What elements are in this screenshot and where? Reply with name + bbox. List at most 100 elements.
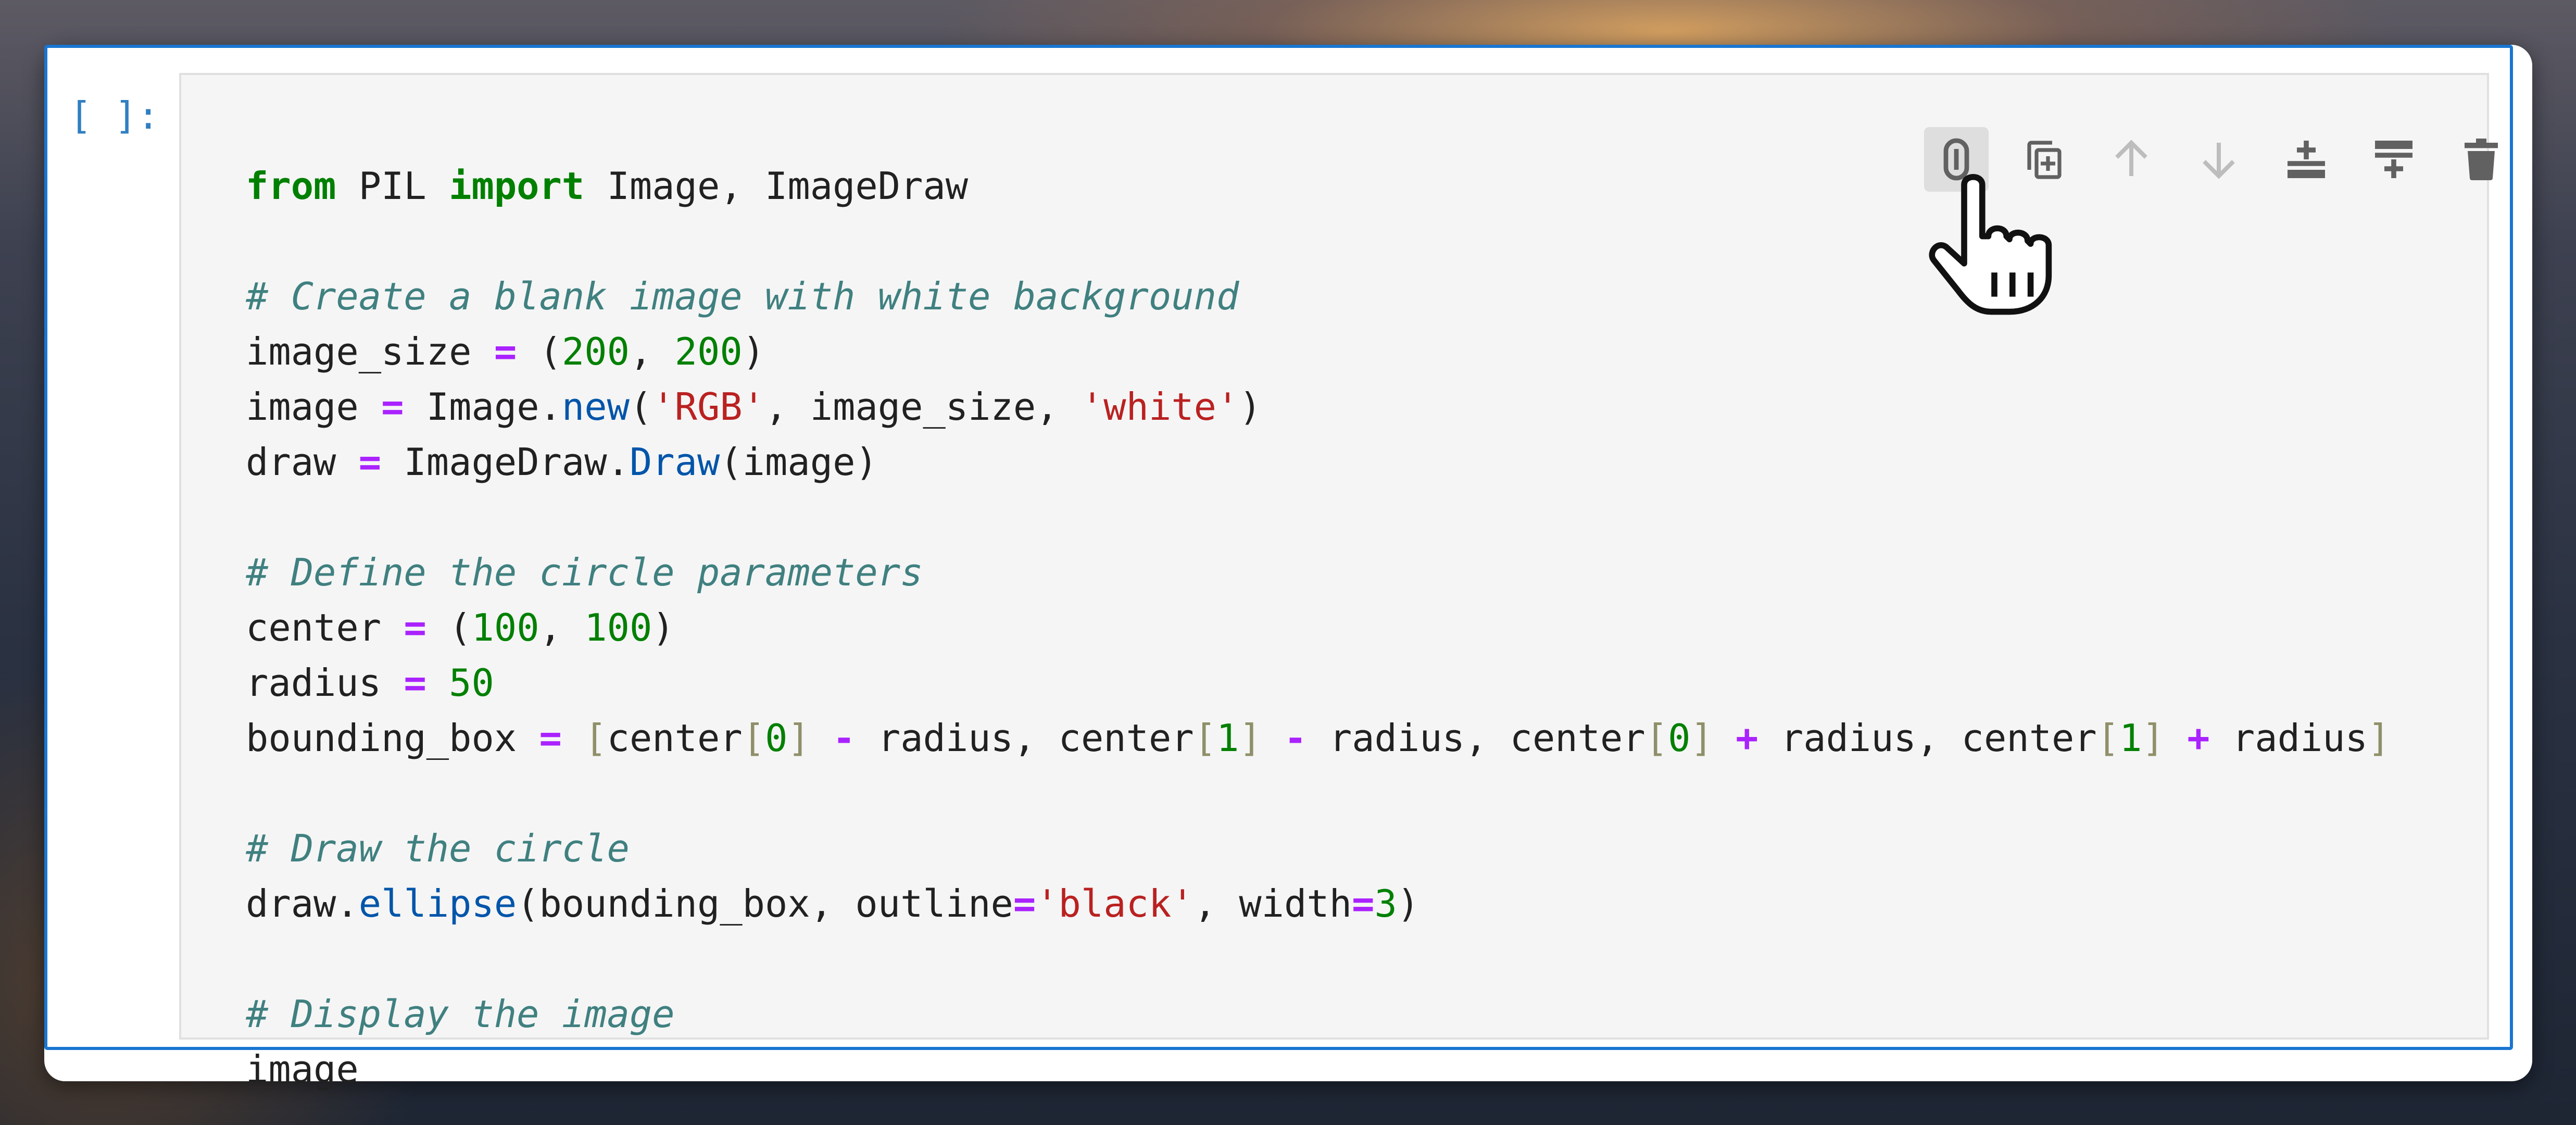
code-token: [ (1193, 716, 1217, 760)
code-token: radius, center (1306, 716, 1645, 760)
code-cell[interactable]: [ ]: from PIL import Image, ImageDraw # C… (44, 45, 2513, 1091)
code-token: ] (1690, 716, 1713, 760)
code-token: PIL (336, 164, 449, 208)
code-token: center (246, 606, 404, 649)
code-token: ) (652, 606, 675, 649)
code-token: center (607, 716, 743, 760)
code-token: = (358, 440, 382, 484)
code-token: ] (2142, 716, 2165, 760)
code-token: draw. (246, 882, 359, 926)
code-token: image_size (246, 330, 494, 373)
code-token: ( (426, 606, 472, 649)
code-token: = (1013, 882, 1036, 926)
code-token: radius, center (855, 716, 1194, 760)
code-token: image (246, 1047, 359, 1091)
delete-cell-icon (2465, 139, 2498, 180)
code-token: 200 (674, 330, 743, 373)
code-token: 1 (2119, 716, 2142, 760)
code-token: 0 (1668, 716, 1691, 760)
code-editor[interactable]: from PIL import Image, ImageDraw # Create… (179, 73, 2489, 1091)
move-cell-down-button[interactable] (2187, 127, 2251, 192)
code-token: Image, ImageDraw (584, 164, 969, 208)
code-token: Draw (629, 440, 720, 484)
code-token: 'black' (1036, 882, 1194, 926)
code-token: - (833, 716, 856, 760)
code-token: [ (584, 716, 607, 760)
code-token: , width (1193, 882, 1352, 926)
code-token: , (629, 330, 675, 373)
insert-cell-above-button[interactable] (2274, 127, 2339, 192)
execution-count-prompt: [ ]: (69, 94, 160, 138)
code-token: draw (246, 440, 359, 484)
code-token: ) (742, 330, 765, 373)
code-token: ( (629, 385, 652, 429)
code-line: image (246, 1042, 2390, 1097)
code-line: image_size = (200, 200) (246, 324, 2390, 379)
code-token: 0 (765, 716, 788, 760)
code-token: = (381, 385, 404, 429)
code-token: [ (1645, 716, 1668, 760)
code-token: = (404, 606, 426, 649)
code-token: (bounding_box, outline (517, 882, 1013, 926)
code-token: from (246, 164, 336, 208)
code-token: 'RGB' (652, 385, 765, 429)
code-token: 100 (584, 606, 652, 649)
code-token: radius (2209, 716, 2368, 760)
code-line: bounding_box = [center[0] - radius, cent… (246, 710, 2390, 766)
code-token: ) (1239, 385, 1262, 429)
code-token: ImageDraw. (381, 440, 630, 484)
code-line: # Draw the circle (246, 821, 2390, 876)
code-token: = (1352, 882, 1375, 926)
code-token: (image) (720, 440, 878, 484)
code-token: bounding_box (246, 716, 539, 760)
code-line: radius = 50 (246, 655, 2390, 710)
move-down-icon (2203, 143, 2235, 179)
insert-above-icon (2288, 141, 2325, 178)
code-token: , image_size, (765, 385, 1081, 429)
code-token: ( (517, 330, 562, 373)
code-token: new (561, 385, 630, 429)
code-token: 50 (449, 661, 494, 705)
code-token: , (539, 606, 585, 649)
move-up-icon (2115, 140, 2147, 176)
code-token: Image. (404, 385, 562, 429)
delete-cell-button[interactable] (2449, 127, 2514, 192)
code-token: ellipse (358, 882, 517, 926)
code-token: ] (787, 716, 810, 760)
code-token: + (1736, 716, 1758, 760)
code-token: radius (246, 661, 404, 705)
code-token: # Define the circle parameters (246, 551, 923, 594)
code-token: ] (2367, 716, 2391, 760)
code-token: - (1284, 716, 1307, 760)
code-line: # Display the image (246, 986, 2390, 1042)
hand-pointer-icon (1929, 174, 2052, 315)
code-token: ] (1239, 716, 1262, 760)
code-token: image (246, 385, 382, 429)
code-token: 'white' (1080, 385, 1239, 429)
notebook-window: [ ]: from PIL import Image, ImageDraw # C… (44, 45, 2532, 1091)
code-token: [ (742, 716, 765, 760)
code-token: import (449, 164, 585, 208)
code-token: # Create a blank image with white backgr… (246, 274, 1239, 318)
code-token: = (404, 661, 426, 705)
code-token: [ (2096, 716, 2120, 760)
code-token: # Draw the circle (246, 827, 630, 870)
insert-cell-below-button[interactable] (2361, 127, 2426, 192)
move-cell-up-button[interactable] (2099, 127, 2164, 192)
code-token: + (2187, 716, 2210, 760)
code-line: center = (100, 100) (246, 600, 2390, 655)
code-token: # Display the image (246, 992, 675, 1036)
code-token: = (539, 716, 562, 760)
code-token: 200 (561, 330, 630, 373)
code-token: 1 (1216, 716, 1239, 760)
code-token: ) (1397, 882, 1420, 926)
code-line: draw = ImageDraw.Draw(image) (246, 434, 2390, 490)
